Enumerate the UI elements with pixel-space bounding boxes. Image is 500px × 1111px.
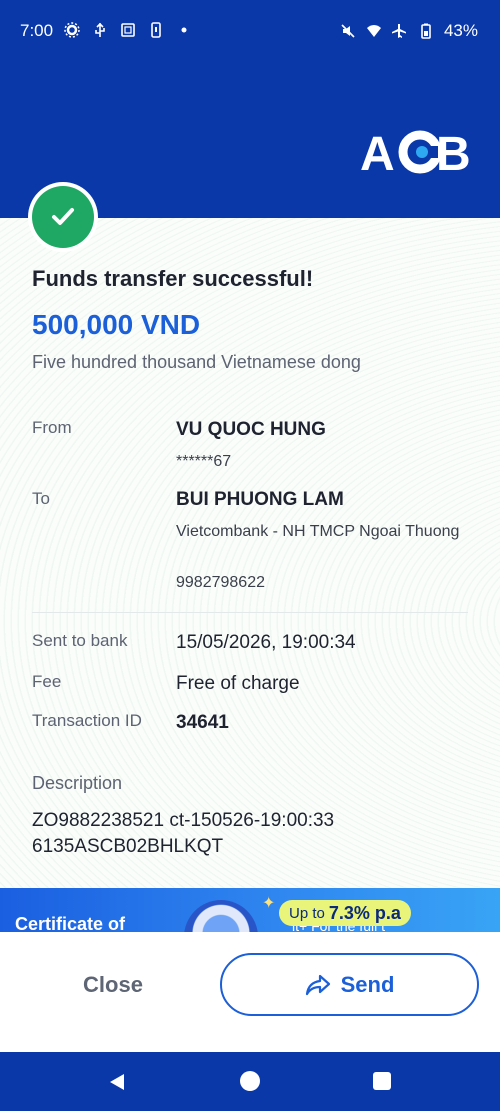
wifi-icon (366, 25, 381, 37)
phone-icon (151, 22, 161, 38)
sent-label: Sent to bank (32, 631, 128, 650)
action-bar: Close Send (0, 932, 500, 1052)
to-label: To (32, 489, 50, 508)
acb-logo: A B (360, 128, 470, 176)
screenshot-icon (121, 23, 135, 37)
svg-text:A: A (360, 128, 395, 176)
transaction-id-label: Transaction ID (32, 711, 142, 730)
sparkle-icon: ✦ (262, 895, 276, 912)
settings-icon (64, 22, 80, 38)
navigation-bar (0, 1052, 500, 1111)
description-label: Description (32, 773, 123, 793)
usb-icon (95, 22, 105, 37)
divider (32, 612, 468, 613)
status-left-icons (64, 22, 192, 38)
status-time: 7:00 (20, 21, 54, 40)
battery-icon (421, 23, 431, 39)
home-icon[interactable] (240, 1071, 260, 1091)
from-label: From (32, 418, 72, 437)
status-bar: 7:00 43% (0, 0, 500, 62)
send-button-label: Send (340, 971, 395, 997)
fee-label: Fee (32, 672, 62, 691)
description-value: ZO9882238521 ct-150526-19:00:33 6135ASCB… (32, 810, 335, 857)
mute-icon (341, 24, 355, 38)
close-button[interactable]: Close (30, 954, 196, 1016)
from-name: VU QUOC HUNG (176, 419, 326, 440)
banner-title: Certificate of (15, 914, 126, 932)
banner-rate-value: 7.3% p.a (328, 902, 401, 923)
banner-coin-icon (184, 900, 258, 932)
to-account: 9982798622 (176, 574, 265, 591)
from-account: ******67 (176, 453, 232, 470)
to-bank: Vietcombank - NH TMCP Ngoai Thuong (176, 523, 460, 540)
amount-in-words: Five hundred thousand Vietnamese dong (32, 352, 361, 372)
transaction-id-value: 34641 (176, 712, 229, 733)
sent-value: 15/05/2026, 19:00:34 (176, 632, 356, 653)
back-icon[interactable] (107, 1072, 127, 1092)
transfer-amount: 500,000 VND (32, 309, 201, 340)
banner-rate-prefix: Up to (289, 904, 325, 922)
battery-percent: 43% (443, 21, 478, 40)
success-title: Funds transfer successful! (32, 266, 314, 291)
fee-value: Free of charge (176, 673, 300, 694)
to-name: BUI PHUONG LAM (176, 489, 344, 510)
recent-apps-icon[interactable] (373, 1072, 391, 1090)
dot-icon (181, 27, 187, 33)
share-icon (305, 974, 330, 995)
status-right-icons: 43% (340, 21, 478, 41)
airplane-icon (391, 24, 406, 38)
close-button-label: Close (83, 972, 143, 997)
checkmark-icon (52, 208, 74, 225)
banner-rate-pill: Up to 7.3% p.a (279, 900, 411, 926)
send-button[interactable]: Send (220, 953, 479, 1016)
success-badge (28, 182, 98, 252)
promo-banner[interactable]: Certificate of ✦ it+ For the full t (0, 888, 500, 932)
svg-text:B: B (436, 128, 470, 176)
